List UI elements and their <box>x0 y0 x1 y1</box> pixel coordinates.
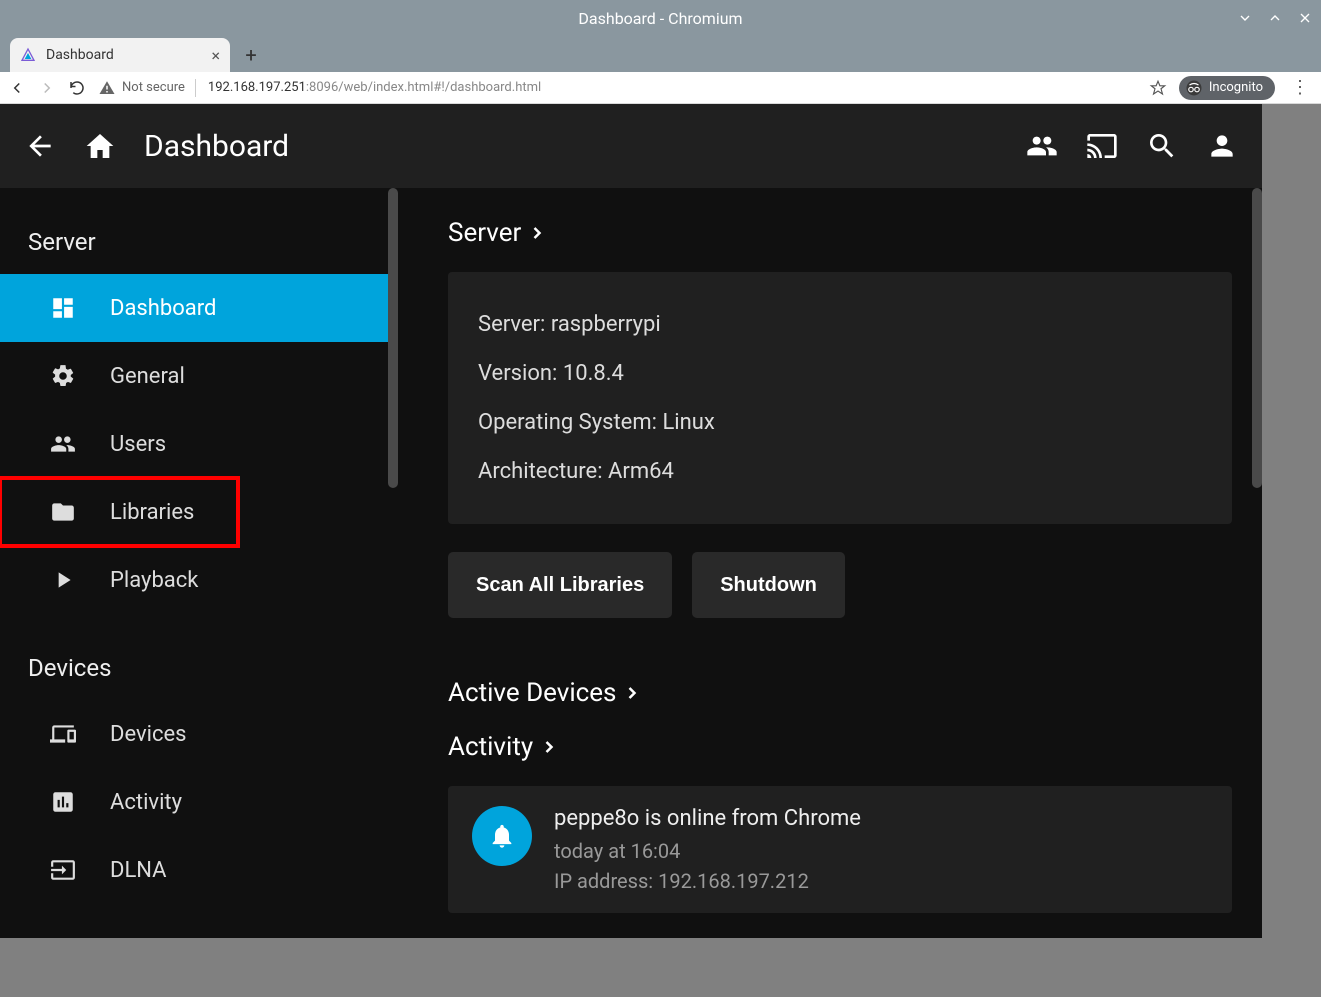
url-field[interactable]: 192.168.197.251:8096/web/index.html#!/da… <box>208 80 1137 95</box>
sidebar-item-devices[interactable]: Devices <box>0 700 398 768</box>
activity-icon <box>50 789 76 815</box>
sidebar-item-playback[interactable]: Playback <box>0 546 398 614</box>
server-os-row: Operating System: Linux <box>478 398 1202 447</box>
nav-back-icon[interactable] <box>8 79 26 97</box>
manage-users-icon[interactable] <box>1026 130 1058 162</box>
incognito-chip[interactable]: Incognito <box>1179 76 1275 100</box>
sidebar-item-label: Devices <box>110 722 187 747</box>
play-icon <box>50 567 76 593</box>
activity-entry: peppe8o is online from Chrome today at 1… <box>448 786 1232 913</box>
bookmark-star-icon[interactable] <box>1149 79 1167 97</box>
scrollbar[interactable] <box>1252 188 1262 488</box>
main-content: Server Server: raspberrypi Version: 10.8… <box>398 188 1262 938</box>
window-maximize-icon[interactable] <box>1267 10 1283 26</box>
server-name-row: Server: raspberrypi <box>478 300 1202 349</box>
sidebar-item-libraries[interactable]: Libraries <box>0 478 238 546</box>
folder-icon <box>50 499 76 525</box>
chevron-right-icon <box>527 223 547 243</box>
input-icon <box>50 857 76 883</box>
nav-forward-icon[interactable] <box>38 79 56 97</box>
new-tab-button[interactable]: + <box>236 40 266 70</box>
sidebar-item-label: Activity <box>110 790 182 815</box>
window-minimize-icon[interactable] <box>1237 10 1253 26</box>
sidebar: Server Dashboard General Users Libraries… <box>0 188 398 938</box>
window-title: Dashboard - Chromium <box>578 9 742 28</box>
app-header: Dashboard <box>0 104 1262 188</box>
server-arch-row: Architecture: Arm64 <box>478 447 1202 496</box>
active-devices-section-link[interactable]: Active Devices <box>448 678 1232 708</box>
jellyfin-favicon-icon <box>20 47 36 63</box>
tab-close-icon[interactable]: × <box>211 46 220 65</box>
activity-ip: IP address: 192.168.197.212 <box>554 869 861 893</box>
app-root: Dashboard Server Dashboard General <box>0 104 1262 938</box>
sidebar-item-label: General <box>110 364 185 389</box>
server-section-link[interactable]: Server <box>448 218 1232 248</box>
home-button[interactable] <box>84 130 116 162</box>
page-title: Dashboard <box>144 129 289 164</box>
chevron-right-icon <box>539 737 559 757</box>
incognito-icon <box>1185 79 1203 97</box>
nav-reload-icon[interactable] <box>68 79 86 97</box>
notification-bell-icon <box>472 806 532 866</box>
sidebar-item-label: Dashboard <box>110 296 216 321</box>
sidebar-section-livetv: Live TV <box>0 904 398 938</box>
os-titlebar: Dashboard - Chromium <box>0 0 1321 36</box>
sidebar-section-devices: Devices <box>0 614 398 700</box>
chevron-right-icon <box>622 683 642 703</box>
sidebar-item-users[interactable]: Users <box>0 410 398 478</box>
window-close-icon[interactable] <box>1297 10 1313 26</box>
sidebar-item-dlna[interactable]: DLNA <box>0 836 398 904</box>
browser-addressbar: Not secure 192.168.197.251:8096/web/inde… <box>0 72 1321 104</box>
back-button[interactable] <box>24 130 56 162</box>
activity-message: peppe8o is online from Chrome <box>554 806 861 831</box>
devices-icon <box>50 721 76 747</box>
cast-icon[interactable] <box>1086 130 1118 162</box>
scrollbar[interactable] <box>388 188 398 488</box>
shutdown-button[interactable]: Shutdown <box>692 552 845 618</box>
sidebar-item-label: Users <box>110 432 166 457</box>
gear-icon <box>50 363 76 389</box>
browser-tabstrip: Dashboard × + <box>0 36 1321 72</box>
user-menu-icon[interactable] <box>1206 130 1238 162</box>
server-info-card: Server: raspberrypi Version: 10.8.4 Oper… <box>448 272 1232 524</box>
browser-menu-icon[interactable]: ⋮ <box>1287 77 1313 98</box>
sidebar-section-server: Server <box>0 188 398 274</box>
tab-title: Dashboard <box>46 47 201 63</box>
scan-libraries-button[interactable]: Scan All Libraries <box>448 552 672 618</box>
activity-section-link[interactable]: Activity <box>448 732 1232 762</box>
browser-tab[interactable]: Dashboard × <box>10 38 230 72</box>
not-secure-label: Not secure <box>122 80 185 95</box>
dashboard-icon <box>50 295 76 321</box>
gutter <box>1262 104 1321 997</box>
sidebar-item-label: Playback <box>110 568 198 593</box>
users-icon <box>50 431 76 457</box>
security-indicator[interactable]: Not secure <box>98 79 196 97</box>
search-icon[interactable] <box>1146 130 1178 162</box>
sidebar-item-activity[interactable]: Activity <box>0 768 398 836</box>
sidebar-item-dashboard[interactable]: Dashboard <box>0 274 398 342</box>
activity-time: today at 16:04 <box>554 839 861 863</box>
gutter <box>0 938 1321 997</box>
warning-icon <box>98 79 116 97</box>
sidebar-item-label: Libraries <box>110 500 194 525</box>
sidebar-item-general[interactable]: General <box>0 342 398 410</box>
sidebar-item-label: DLNA <box>110 858 167 883</box>
server-version-row: Version: 10.8.4 <box>478 349 1202 398</box>
